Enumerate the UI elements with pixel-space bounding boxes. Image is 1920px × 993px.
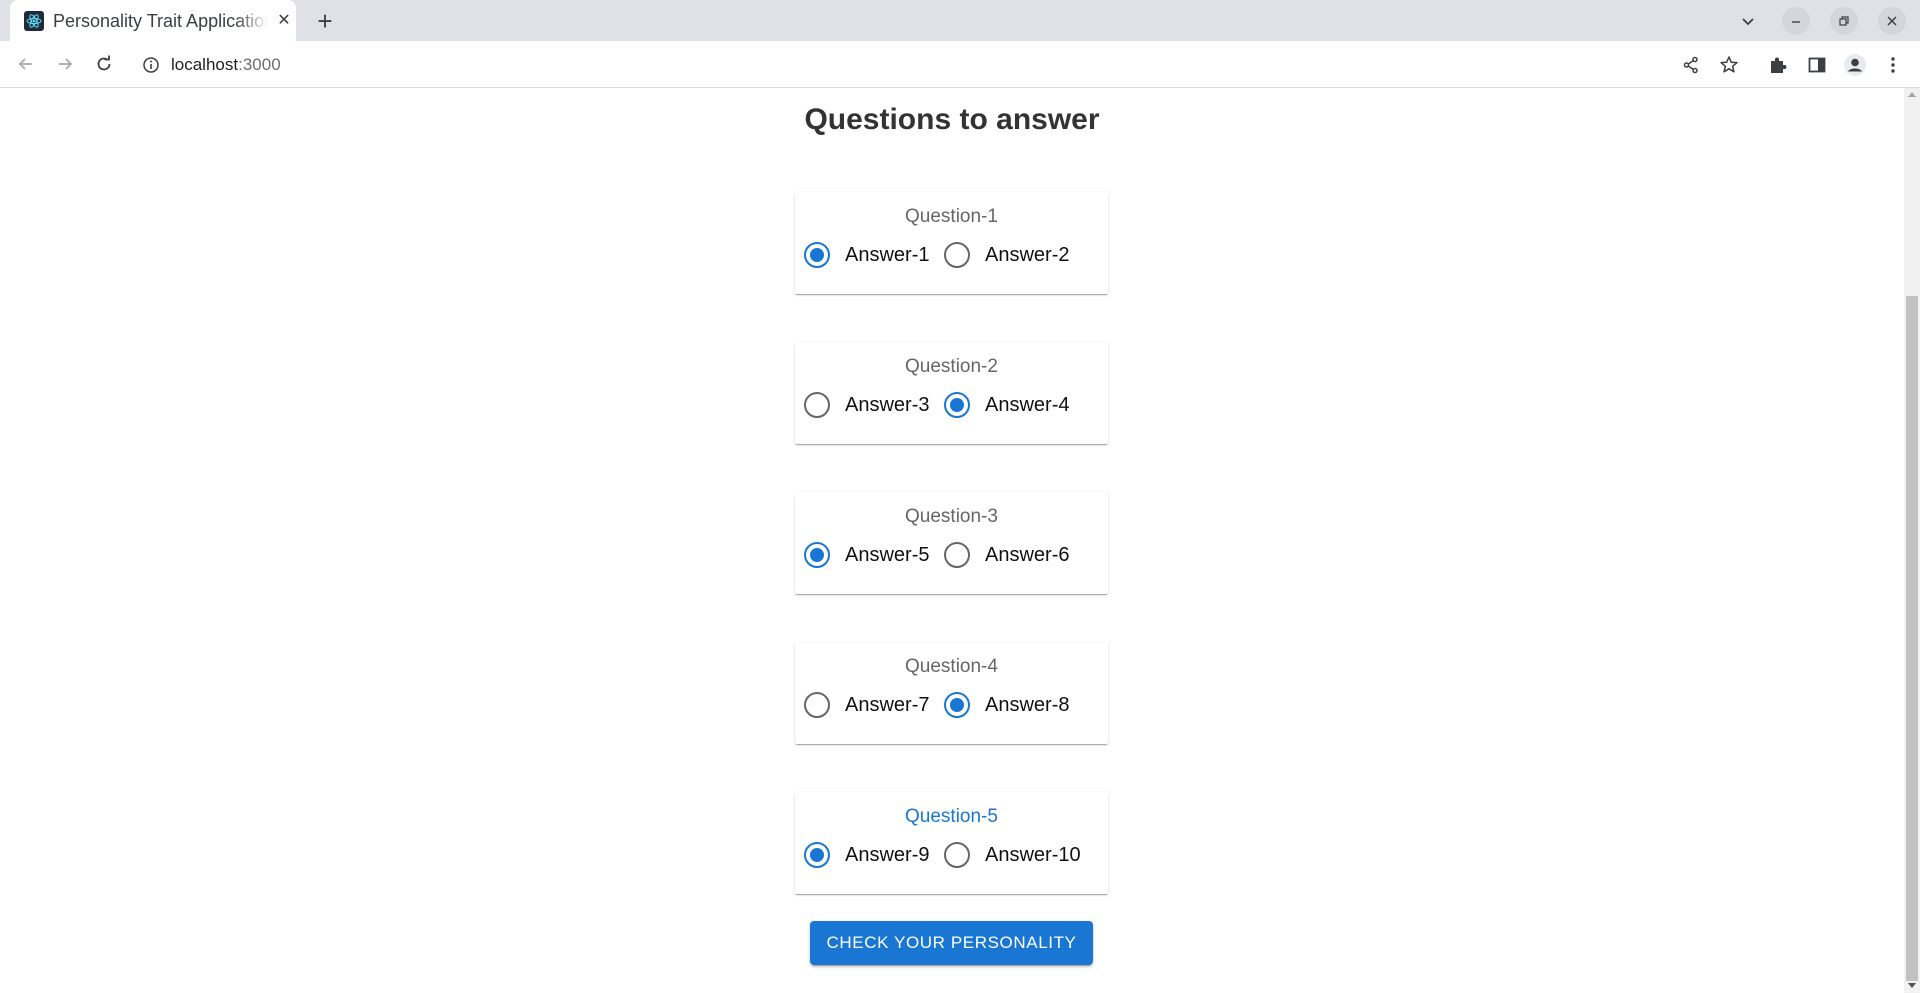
answer-label: Answer-10	[985, 844, 1081, 866]
react-favicon-icon	[24, 11, 44, 31]
answer-label: Answer-1	[845, 244, 930, 266]
radio-button[interactable]	[944, 542, 970, 568]
plus-icon[interactable]: +	[312, 8, 338, 34]
tab-title: Personality Trait Application	[53, 11, 268, 31]
answer-option[interactable]: Answer-9	[795, 837, 929, 873]
page-viewport: Questions to answer Question-1 Answer-1 An…	[0, 88, 1904, 993]
answer-label: Answer-6	[985, 544, 1070, 566]
answer-option[interactable]: Answer-3	[795, 387, 929, 423]
radio-button[interactable]	[944, 842, 970, 868]
side-panel-icon[interactable]	[1805, 53, 1829, 77]
answer-label: Answer-8	[985, 694, 1070, 716]
answer-option[interactable]: Answer-6	[935, 537, 1069, 573]
browser-tab[interactable]: Personality Trait Application ✕	[10, 0, 296, 41]
question-card: Question-2 Answer-3 Answer-4	[795, 342, 1108, 444]
radio-button[interactable]	[804, 542, 830, 568]
browser-toolbar: localhost:3000	[0, 41, 1920, 88]
forward-arrow-icon[interactable]	[50, 49, 80, 79]
question-card: Question-1 Answer-1 Answer-2	[795, 192, 1108, 294]
answer-option[interactable]: Answer-4	[935, 387, 1069, 423]
restore-icon[interactable]	[1830, 7, 1858, 35]
answer-label: Answer-7	[845, 694, 930, 716]
answer-option[interactable]: Answer-7	[795, 687, 929, 723]
radio-button[interactable]	[804, 242, 830, 268]
answer-label: Answer-2	[985, 244, 1070, 266]
answer-option[interactable]: Answer-8	[935, 687, 1069, 723]
answer-label: Answer-5	[845, 544, 930, 566]
reload-icon[interactable]	[89, 49, 119, 79]
question-label: Question-5	[905, 806, 998, 827]
question-label: Question-2	[905, 356, 998, 377]
scrollbar-thumb[interactable]	[1906, 296, 1918, 981]
radio-button[interactable]	[944, 392, 970, 418]
question-card: Question-5 Answer-9 Answer-10	[795, 792, 1108, 894]
question-card: Question-4 Answer-7 Answer-8	[795, 642, 1108, 744]
close-icon[interactable]: ✕	[274, 10, 294, 30]
info-icon[interactable]	[142, 56, 160, 74]
back-arrow-icon[interactable]	[11, 49, 41, 79]
scroll-down-icon[interactable]	[1908, 983, 1916, 988]
radio-button[interactable]	[944, 242, 970, 268]
answer-option[interactable]: Answer-1	[795, 237, 929, 273]
share-icon[interactable]	[1679, 53, 1703, 77]
check-personality-button[interactable]: CHECK YOUR PERSONALITY	[810, 921, 1093, 965]
radio-button[interactable]	[804, 392, 830, 418]
url-host: localhost	[171, 55, 239, 74]
chevron-down-icon[interactable]	[1734, 7, 1762, 35]
answer-label: Answer-4	[985, 394, 1070, 416]
answer-option[interactable]: Answer-5	[795, 537, 929, 573]
answer-option[interactable]: Answer-2	[935, 237, 1069, 273]
question-label: Question-4	[905, 656, 998, 677]
browser-tab-strip: Personality Trait Application ✕ +	[0, 0, 1920, 41]
scroll-up-icon[interactable]	[1908, 92, 1916, 97]
minimize-icon[interactable]	[1782, 7, 1810, 35]
question-label: Question-1	[905, 206, 998, 227]
radio-button[interactable]	[804, 692, 830, 718]
page-title: Questions to answer	[804, 103, 1100, 136]
answer-option[interactable]: Answer-10	[935, 837, 1081, 873]
kebab-menu-icon[interactable]	[1881, 53, 1905, 77]
star-icon[interactable]	[1717, 53, 1741, 77]
page-scrollbar[interactable]	[1904, 88, 1920, 993]
answer-label: Answer-9	[845, 844, 930, 866]
extensions-icon[interactable]	[1766, 53, 1790, 77]
url-port: :3000	[238, 55, 281, 74]
answer-label: Answer-3	[845, 394, 930, 416]
profile-icon[interactable]	[1843, 53, 1867, 77]
address-bar[interactable]: localhost:3000	[130, 46, 1670, 84]
window-close-icon[interactable]	[1878, 7, 1906, 35]
radio-button[interactable]	[804, 842, 830, 868]
question-label: Question-3	[905, 506, 998, 527]
url-text: localhost:3000	[171, 55, 281, 75]
question-card: Question-3 Answer-5 Answer-6	[795, 492, 1108, 594]
radio-button[interactable]	[944, 692, 970, 718]
